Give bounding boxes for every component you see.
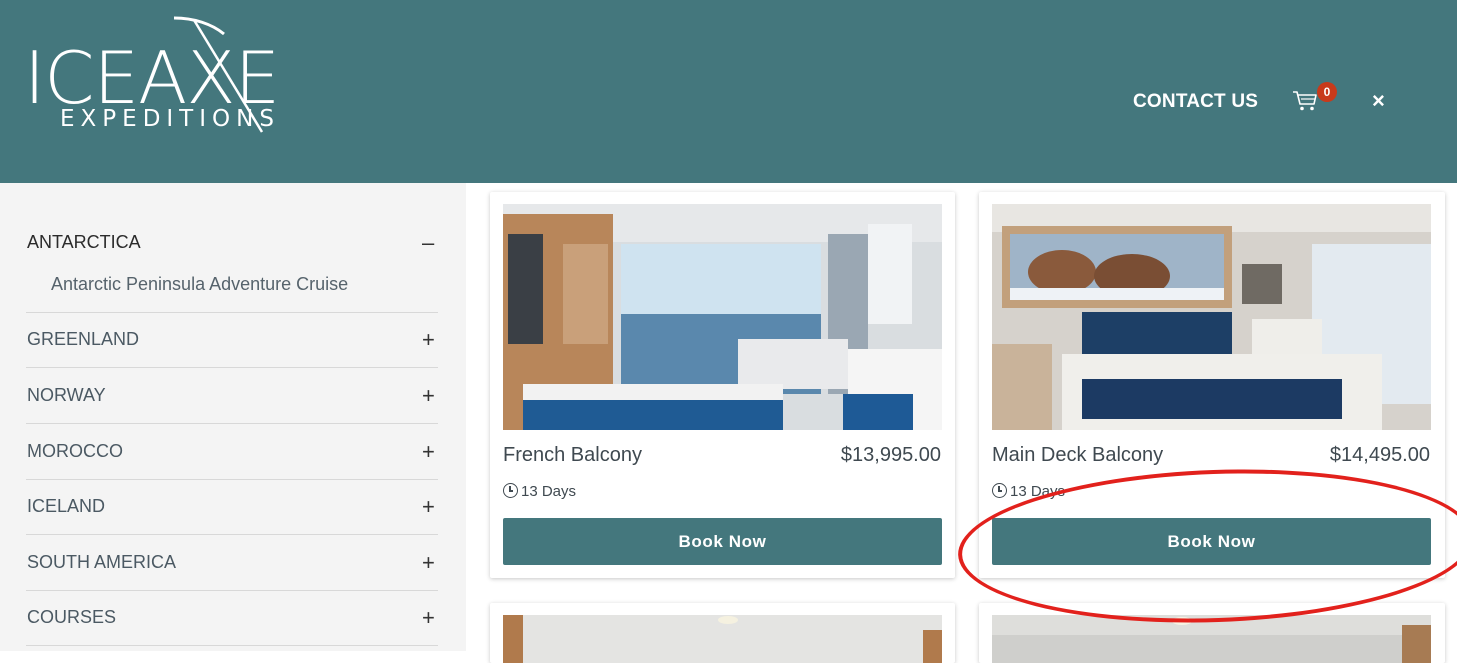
divider — [26, 312, 438, 313]
duration-label: 13 Days — [1010, 483, 1066, 500]
cabin-card-partial — [490, 603, 955, 663]
divider — [26, 534, 438, 535]
cabin-photo[interactable] — [992, 204, 1431, 430]
site-header: ICEAXE EXPEDITIONS CONTACT US 0 × — [0, 0, 1457, 183]
destination-sidebar: ANTARCTICA – Antarctic Peninsula Adventu… — [0, 183, 466, 651]
sidebar-item-antarctica[interactable]: ANTARCTICA — [27, 232, 141, 253]
cabin-photo[interactable] — [992, 615, 1431, 663]
duration-label: 13 Days — [521, 483, 577, 500]
expand-courses-icon[interactable]: + — [422, 607, 435, 629]
cabin-price: $13,995.00 — [840, 444, 941, 466]
sidebar-item-morocco[interactable]: MOROCCO — [27, 441, 123, 462]
divider — [26, 479, 438, 480]
cabin-photo[interactable] — [503, 204, 942, 430]
divider — [26, 423, 438, 424]
logo-wordmark: ICEAXE — [24, 36, 280, 120]
cart-count-badge: 0 — [1317, 82, 1337, 102]
cabin-card-main-deck-balcony: Main Deck Balcony $14,495.00 13 Days Boo… — [979, 192, 1445, 578]
sidebar-subitem-antarctic-peninsula[interactable]: Antarctic Peninsula Adventure Cruise — [51, 274, 348, 295]
cabin-duration: 13 Days — [992, 483, 1065, 500]
cabin-card-french-balcony: French Balcony $13,995.00 13 Days Book N… — [490, 192, 955, 578]
book-now-button[interactable]: Book Now — [992, 518, 1431, 565]
sidebar-item-greenland[interactable]: GREENLAND — [27, 329, 139, 350]
divider — [26, 645, 438, 646]
contact-us-link[interactable]: CONTACT US — [1133, 91, 1258, 113]
expand-south-america-icon[interactable]: + — [422, 552, 435, 574]
divider — [26, 590, 438, 591]
logo[interactable]: ICEAXE EXPEDITIONS — [24, 10, 304, 140]
clock-icon — [992, 483, 1007, 498]
cabin-card-partial — [979, 603, 1445, 663]
cart-icon[interactable] — [1292, 90, 1318, 112]
divider — [26, 367, 438, 368]
cabin-name: Main Deck Balcony — [992, 444, 1164, 466]
cabin-price: $14,495.00 — [1329, 444, 1430, 466]
logo-subtitle: EXPEDITIONS — [60, 106, 280, 132]
expand-morocco-icon[interactable]: + — [422, 441, 435, 463]
sidebar-item-courses[interactable]: COURSES — [27, 607, 116, 628]
cabin-name: French Balcony — [503, 444, 642, 466]
expand-greenland-icon[interactable]: + — [422, 329, 435, 351]
book-now-button[interactable]: Book Now — [503, 518, 942, 565]
cabin-photo[interactable] — [503, 615, 942, 663]
sidebar-item-south-america[interactable]: SOUTH AMERICA — [27, 552, 176, 573]
expand-norway-icon[interactable]: + — [422, 385, 435, 407]
sidebar-item-iceland[interactable]: ICELAND — [27, 496, 105, 517]
close-icon[interactable]: × — [1372, 88, 1385, 114]
sidebar-item-norway[interactable]: NORWAY — [27, 385, 106, 406]
clock-icon — [503, 483, 518, 498]
cabin-duration: 13 Days — [503, 483, 576, 500]
expand-iceland-icon[interactable]: + — [422, 496, 435, 518]
collapse-antarctica-icon[interactable]: – — [422, 232, 434, 254]
